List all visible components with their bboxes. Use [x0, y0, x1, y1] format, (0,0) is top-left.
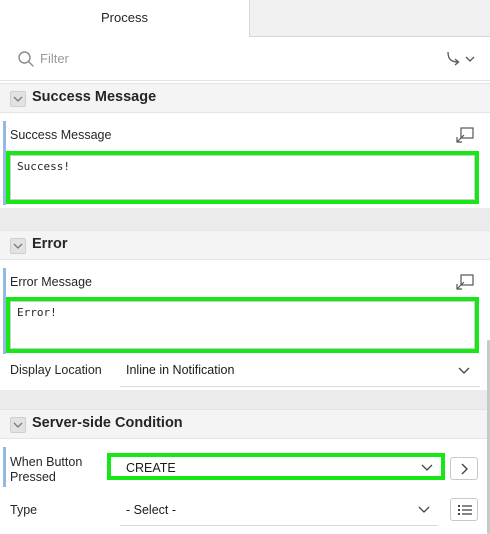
collapse-toggle-icon	[13, 243, 23, 249]
type-value: - Select -	[126, 503, 177, 517]
collapse-toggle-success-message[interactable]	[10, 91, 26, 107]
expand-editor-icon[interactable]	[456, 127, 474, 143]
required-indicator	[3, 447, 6, 487]
go-to-button-button[interactable]	[450, 457, 478, 480]
collapse-toggle-icon	[13, 96, 23, 102]
section-divider	[0, 390, 490, 409]
success-message-field-highlight: Success!	[6, 151, 479, 204]
tab-bar: Process	[0, 0, 490, 37]
success-message-label: Success Message	[10, 128, 112, 142]
section-divider	[0, 208, 490, 230]
collapse-toggle-error[interactable]	[10, 238, 26, 254]
section-title-error: Error	[32, 236, 68, 252]
tab-process[interactable]: Process	[0, 0, 250, 37]
goto-arrow-icon	[447, 51, 475, 66]
list-of-values-button[interactable]	[450, 498, 478, 521]
chevron-down-icon	[421, 464, 433, 471]
error-message-textarea[interactable]: Error!	[10, 301, 475, 349]
field-underline	[120, 525, 438, 526]
display-location-value: Inline in Notification	[126, 363, 235, 377]
chevron-down-icon	[418, 506, 430, 513]
display-location-select[interactable]: Inline in Notification	[120, 357, 480, 385]
filter-bar	[0, 37, 490, 81]
filter-input[interactable]	[40, 47, 380, 69]
section-title-success-message: Success Message	[32, 89, 157, 105]
collapse-toggle-icon	[13, 422, 23, 428]
when-button-pressed-select[interactable]: CREATE	[107, 453, 445, 480]
list-icon	[458, 505, 472, 515]
chevron-down-icon	[458, 367, 470, 374]
section-title-server-side-condition: Server-side Condition	[32, 415, 183, 431]
section-header-error: Error	[0, 230, 490, 260]
goto-menu-button[interactable]	[444, 49, 480, 69]
error-message-label: Error Message	[10, 275, 92, 289]
expand-editor-icon[interactable]	[456, 274, 474, 290]
when-button-pressed-label: When Button Pressed	[10, 455, 83, 484]
error-message-field-highlight: Error!	[6, 297, 479, 353]
collapse-toggle-server-side-condition[interactable]	[10, 417, 26, 433]
section-header-server-side-condition: Server-side Condition	[0, 409, 490, 439]
success-message-textarea[interactable]: Success!	[10, 155, 475, 200]
search-icon	[18, 51, 34, 67]
chevron-right-icon	[461, 463, 468, 475]
type-select[interactable]: - Select -	[120, 497, 438, 524]
field-underline	[120, 386, 480, 387]
type-label: Type	[10, 503, 38, 517]
section-header-success-message: Success Message	[0, 83, 490, 113]
display-location-label: Display Location	[10, 363, 102, 377]
when-button-pressed-value: CREATE	[126, 461, 176, 475]
